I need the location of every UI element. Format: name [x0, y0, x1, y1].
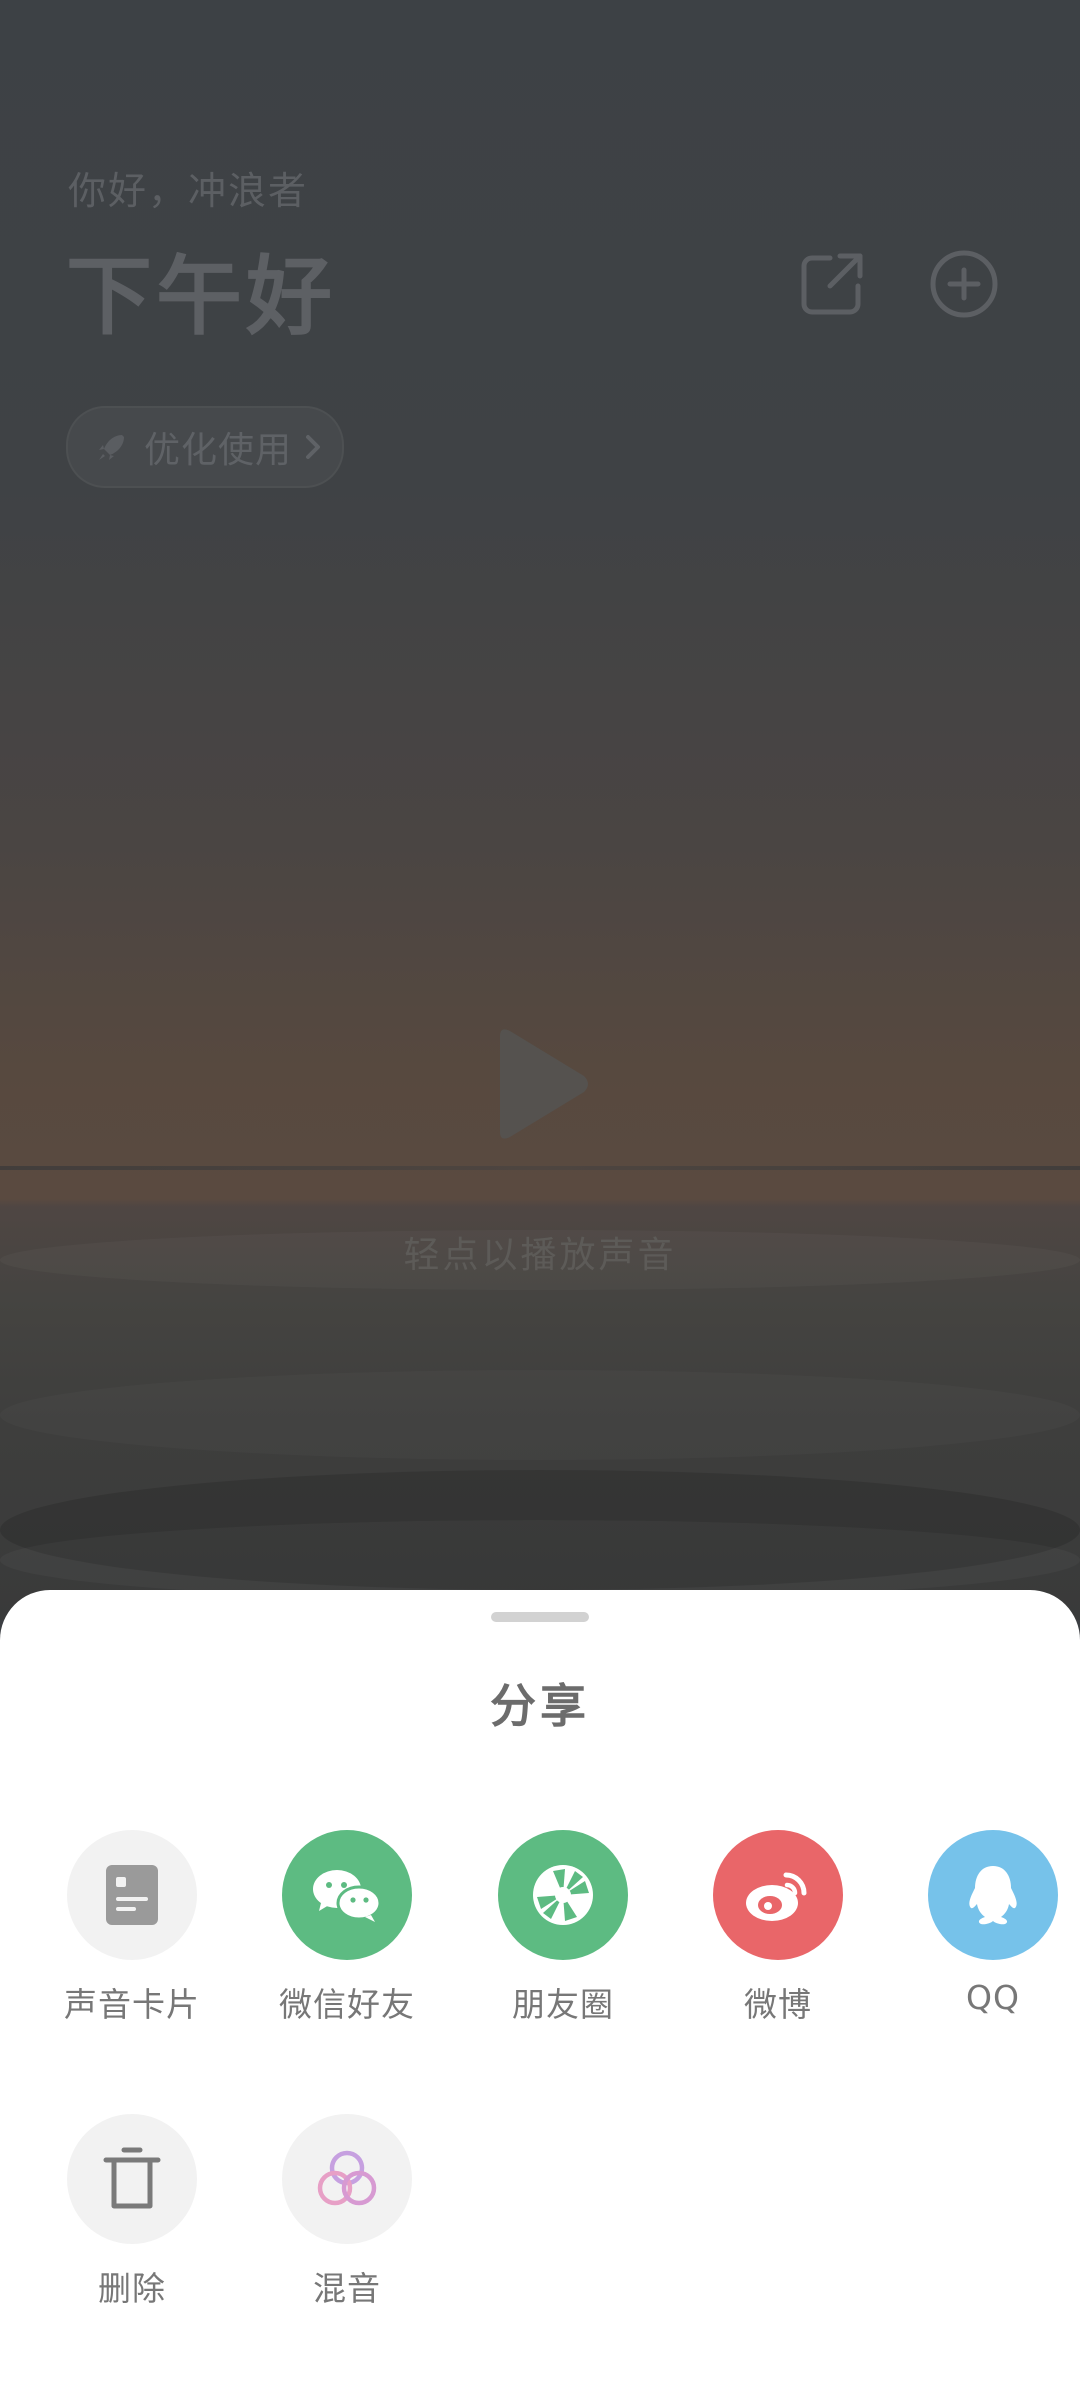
background-scene: 你好，冲浪者 下午好 优化使用 轻点以播放声音: [0, 0, 1080, 1620]
sheet-title: 分享: [490, 1679, 590, 1733]
sheet-handle[interactable]: [491, 1612, 589, 1622]
play-hint: 轻点以播放声音: [403, 1235, 677, 1276]
share-item-label: 删除: [98, 2269, 166, 2308]
wave: [0, 1520, 1080, 1600]
share-item-label: 混音: [313, 2269, 381, 2308]
mix-icon: [282, 2114, 412, 2244]
moments-icon: [498, 1830, 628, 1960]
mix-button[interactable]: 混音: [267, 2114, 427, 2310]
share-item-label: QQ: [966, 1978, 1020, 2017]
share-wechat-button[interactable]: 微信好友: [267, 1830, 427, 2026]
share-icon[interactable]: [796, 248, 868, 320]
share-item-label: 微博: [744, 1985, 812, 2024]
greeting-title: 下午好: [66, 247, 336, 347]
delete-button[interactable]: 删除: [52, 2114, 212, 2310]
share-sound-card-button[interactable]: 声音卡片: [52, 1830, 212, 2026]
play-icon[interactable]: [486, 1024, 594, 1144]
share-moments-button[interactable]: 朋友圈: [483, 1830, 643, 2026]
greeting-subtitle: 你好，冲浪者: [68, 169, 309, 213]
weibo-icon: [713, 1830, 843, 1960]
optimize-button[interactable]: 优化使用: [66, 406, 344, 488]
add-circle-icon[interactable]: [928, 248, 1000, 320]
optimize-label: 优化使用: [144, 430, 293, 471]
share-weibo-button[interactable]: 微博: [698, 1830, 858, 2026]
share-item-label: 声音卡片: [64, 1985, 200, 2024]
share-item-label: 微信好友: [279, 1985, 415, 2024]
share-sheet: 分享 声音卡片 微信好友 朋友圈 微博 QQ 删除 混音: [0, 1590, 1080, 2400]
sound-card-icon: [67, 1830, 197, 1960]
qq-icon: [928, 1830, 1058, 1960]
rocket-icon: [99, 435, 124, 460]
chevron-right-icon: [306, 435, 321, 459]
share-item-label: 朋友圈: [512, 1985, 614, 2024]
trash-icon: [67, 2114, 197, 2244]
wechat-icon: [282, 1830, 412, 1960]
share-qq-button[interactable]: QQ: [913, 1830, 1073, 2017]
wave: [0, 1370, 1080, 1460]
horizon-line: [0, 1166, 1080, 1170]
